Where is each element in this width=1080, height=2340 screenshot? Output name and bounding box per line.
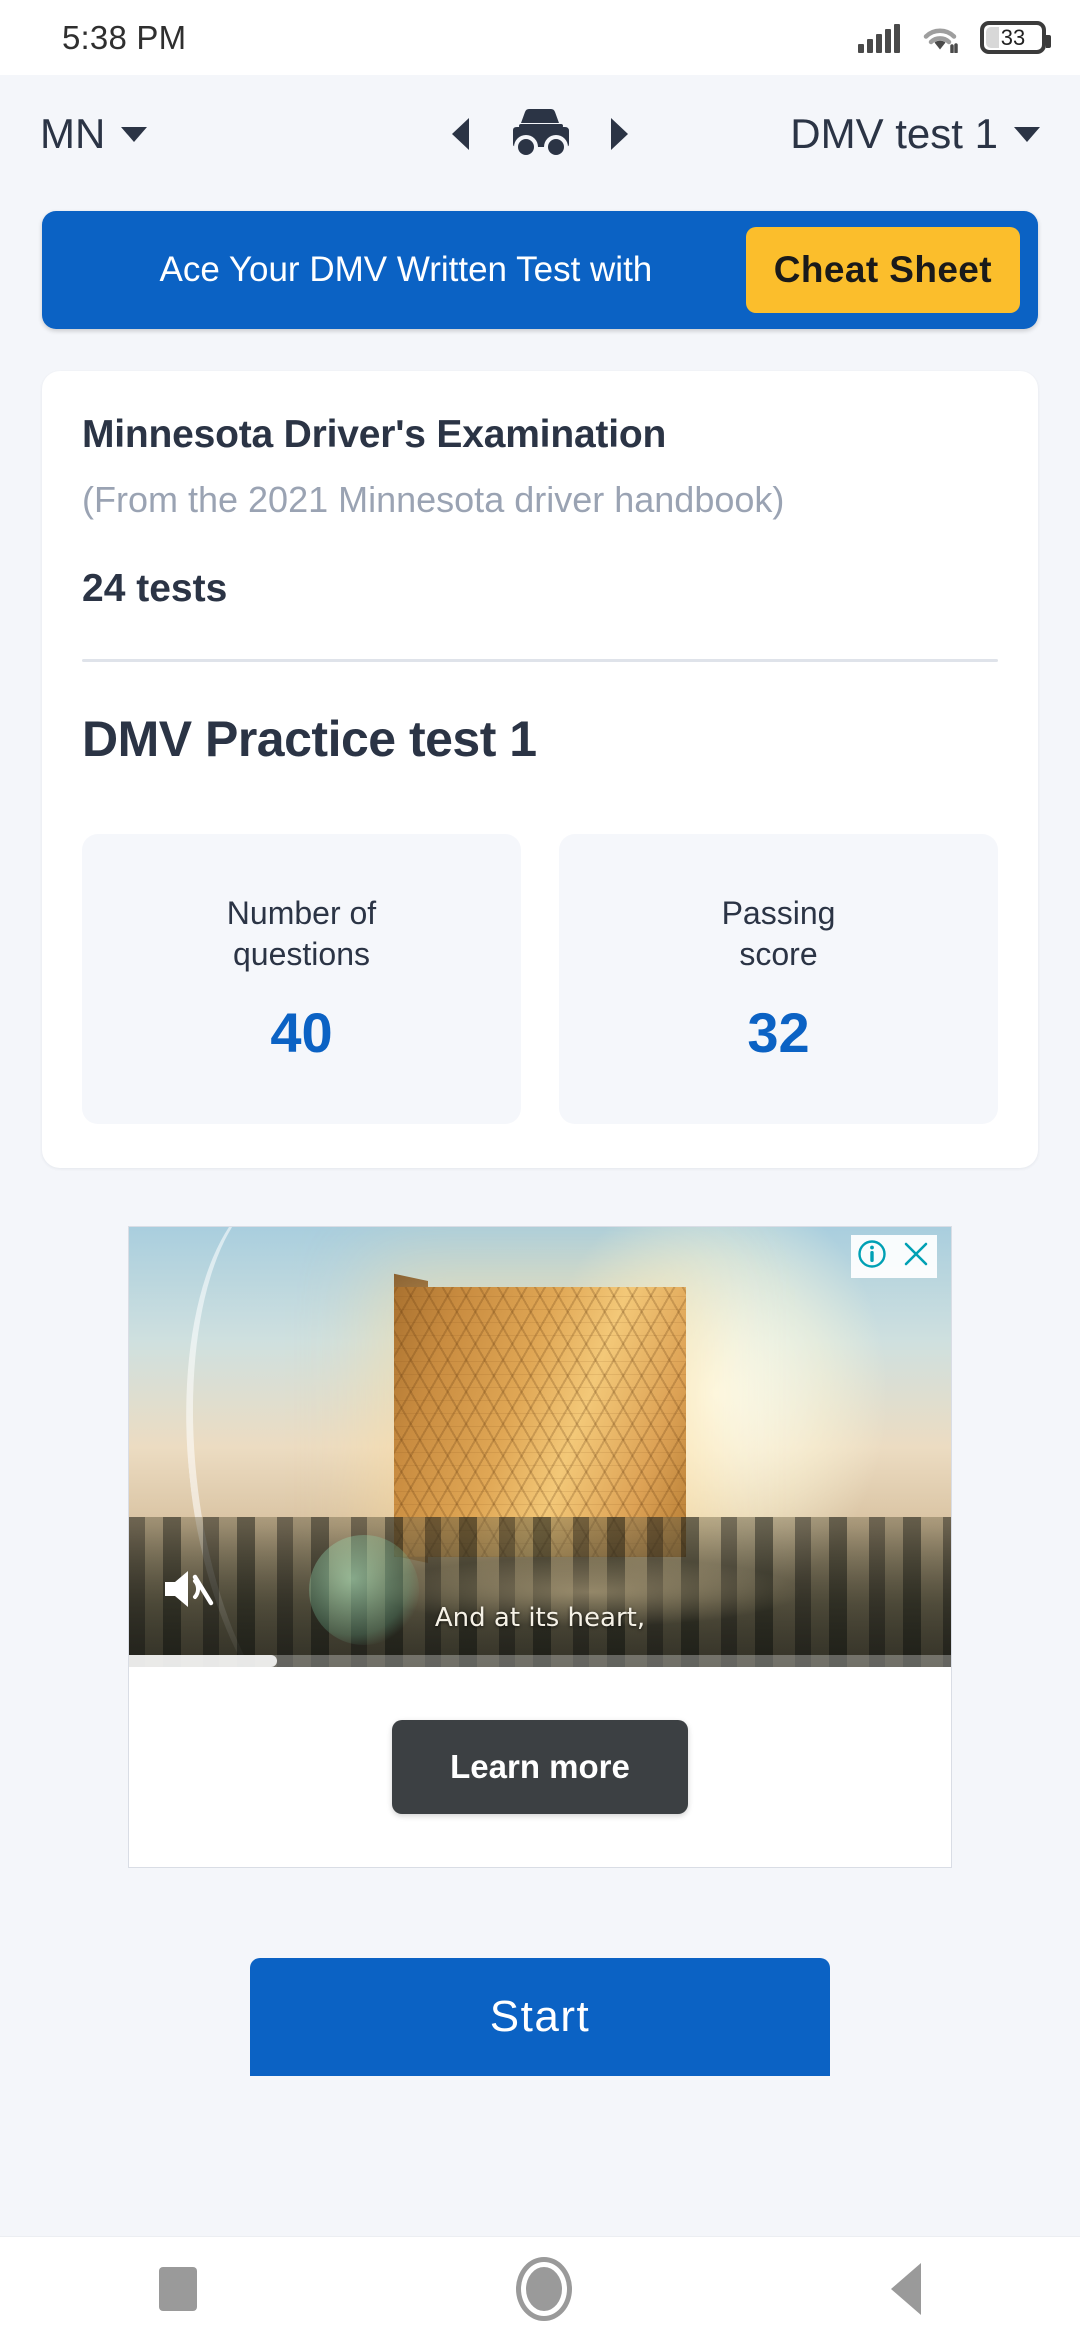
stat-label-line1: Passing xyxy=(721,894,836,931)
tests-count: 24 tests xyxy=(82,567,228,610)
promo-banner[interactable]: Ace Your DMV Written Test with Cheat She… xyxy=(42,211,1038,329)
test-selector[interactable]: DMV test 1 xyxy=(790,110,1040,158)
test-selector-label: DMV test 1 xyxy=(790,110,998,157)
stat-passing-score: Passing score 32 xyxy=(559,834,998,1124)
battery-level: 33 xyxy=(1000,24,1026,50)
ad-progress-bar[interactable] xyxy=(129,1655,951,1667)
app-header: MN DMV test 1 xyxy=(0,75,1080,193)
stat-label-line2: questions xyxy=(233,935,370,972)
stat-value: 40 xyxy=(270,1001,333,1065)
stat-label: Passing score xyxy=(722,893,836,975)
ad-video[interactable]: And at its heart, xyxy=(129,1227,951,1667)
home-circle-icon[interactable] xyxy=(515,2256,572,2321)
stat-label-line1: Number of xyxy=(226,894,377,931)
ad-caption: And at its heart, xyxy=(434,1603,646,1633)
state-label: MN xyxy=(40,110,106,157)
status-indicators: 33 xyxy=(858,21,1051,54)
vehicle-type-switcher xyxy=(452,107,628,161)
promo-text: Ace Your DMV Written Test with xyxy=(159,250,653,289)
state-selector[interactable]: MN xyxy=(40,110,148,158)
cheat-sheet-button[interactable]: Cheat Sheet xyxy=(745,227,1020,313)
wifi-icon xyxy=(920,23,960,54)
exam-card: Minnesota Driver's Examination (From the… xyxy=(42,371,1038,1168)
ad-close-icon[interactable] xyxy=(901,1239,931,1274)
page-content: Ace Your DMV Written Test with Cheat She… xyxy=(0,193,1080,2236)
arrow-right-icon[interactable] xyxy=(611,118,628,150)
android-navigation-bar xyxy=(0,2236,1080,2340)
exam-title: Minnesota Driver's Examination xyxy=(82,413,667,456)
car-icon[interactable] xyxy=(499,107,581,161)
stat-label-line2: score xyxy=(739,935,818,972)
card-divider xyxy=(82,659,998,662)
back-triangle-icon[interactable] xyxy=(890,2262,921,2315)
learn-more-button[interactable]: Learn more xyxy=(392,1720,688,1814)
test-stats: Number of questions 40 Passing score 32 xyxy=(82,834,998,1124)
phone-screen: 5:38 PM 33 MN DMV test 1 Ace Your DMV Wr… xyxy=(0,0,1080,2340)
ad-controls xyxy=(851,1235,937,1278)
ad-info-icon[interactable] xyxy=(857,1239,887,1274)
recents-square-icon[interactable] xyxy=(159,2266,198,2311)
advertisement: And at its heart, Learn more xyxy=(128,1226,952,1868)
practice-test-title: DMV Practice test 1 xyxy=(82,711,537,767)
stat-value: 32 xyxy=(747,1001,810,1065)
arrow-left-icon[interactable] xyxy=(452,118,469,150)
start-button-container: Start xyxy=(42,1958,1038,2076)
cellular-signal-icon xyxy=(858,23,900,53)
battery-icon: 33 xyxy=(980,21,1051,54)
chevron-down-icon xyxy=(121,126,148,142)
start-button[interactable]: Start xyxy=(250,1958,830,2076)
status-time: 5:38 PM xyxy=(62,18,187,56)
status-bar: 5:38 PM 33 xyxy=(0,0,1080,75)
stat-label: Number of questions xyxy=(227,893,376,975)
stat-number-of-questions: Number of questions 40 xyxy=(82,834,521,1124)
chevron-down-icon xyxy=(1014,126,1040,142)
ad-cta-area: Learn more xyxy=(129,1667,951,1867)
exam-source: (From the 2021 Minnesota driver handbook… xyxy=(82,479,785,520)
